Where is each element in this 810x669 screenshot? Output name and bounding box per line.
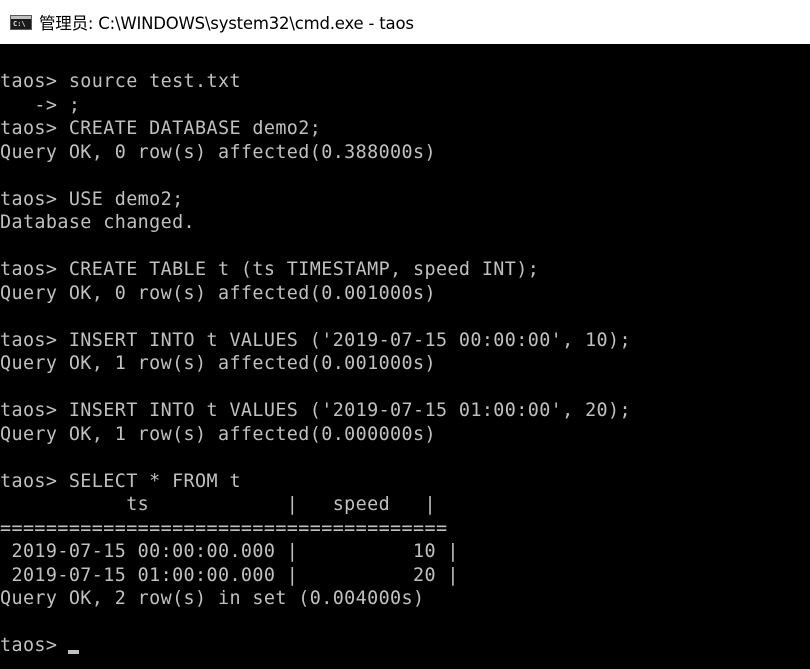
table-header-row: ts | speed | (0, 494, 436, 515)
console-line: taos> INSERT INTO t VALUES ('2019-07-15 … (0, 400, 631, 421)
cmd-window: C:\ 管理员: C:\WINDOWS\system32\cmd.exe - t… (0, 0, 810, 669)
cursor-icon (68, 650, 79, 654)
table-separator: ======================================= (0, 517, 448, 539)
console-line: taos> USE demo2; (0, 188, 184, 210)
cmd-icon-bar (11, 15, 31, 19)
console-line: Query OK, 2 row(s) in set (0.004000s) (0, 588, 425, 609)
console-line: Database changed. (0, 212, 196, 233)
console-line: taos> SELECT * FROM t (0, 470, 241, 492)
console-line: -> ; (0, 94, 81, 116)
table-row: 2019-07-15 00:00:00.000 | 10 | (0, 541, 459, 562)
console-line: Query OK, 0 row(s) affected(0.001000s) (0, 282, 436, 304)
console-line: Query OK, 1 row(s) affected(0.000000s) (0, 423, 436, 445)
console-line: Query OK, 0 row(s) affected(0.388000s) (0, 141, 436, 163)
console-line: taos> INSERT INTO t VALUES ('2019-07-15 … (0, 329, 631, 351)
cmd-icon-glyph: C:\ (13, 19, 26, 28)
title-bar[interactable]: C:\ 管理员: C:\WINDOWS\system32\cmd.exe - t… (0, 0, 810, 44)
cmd-icon: C:\ (10, 14, 32, 30)
console-line: Query OK, 1 row(s) affected(0.001000s) (0, 353, 436, 374)
prompt-line[interactable]: taos> (0, 634, 69, 658)
window-title: 管理员: C:\WINDOWS\system32\cmd.exe - taos (39, 14, 414, 33)
console-output[interactable]: taos> source test.txt -> ; taos> CREATE … (0, 70, 810, 669)
console-line: taos> source test.txt (0, 71, 241, 92)
table-row: 2019-07-15 01:00:00.000 | 20 | (0, 564, 459, 586)
console-line: taos> CREATE DATABASE demo2; (0, 118, 322, 139)
console-line: taos> CREATE TABLE t (ts TIMESTAMP, spee… (0, 259, 540, 280)
